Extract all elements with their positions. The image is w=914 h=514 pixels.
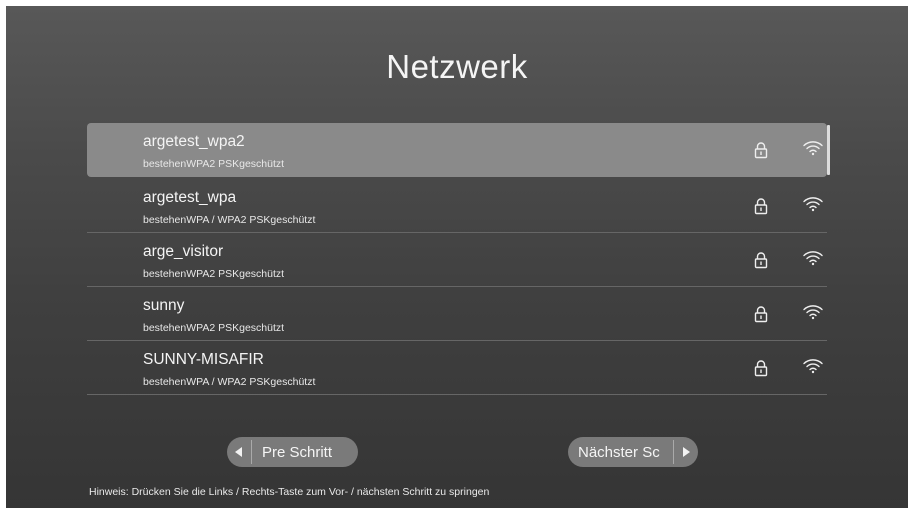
- next-step-label: Nächster Sc: [578, 443, 660, 461]
- page-title: Netzwerk: [386, 48, 528, 85]
- network-item-argetest-wpa2[interactable]: argetest_wpa2 bestehenWPA2 PSKgeschützt: [87, 123, 830, 177]
- wifi-signal-icon: [803, 197, 823, 212]
- triangle-left-icon: [227, 437, 251, 467]
- prev-step-button[interactable]: Pre Schritt: [227, 437, 358, 467]
- triangle-right-icon: [674, 437, 698, 467]
- wifi-signal-icon: [803, 251, 823, 266]
- network-item-argetest-wpa[interactable]: argetest_wpa bestehenWPA / WPA2 PSKgesch…: [87, 179, 827, 233]
- network-list: argetest_wpa2 bestehenWPA2 PSKgeschützt …: [87, 123, 831, 403]
- lock-icon: [754, 306, 768, 323]
- network-ssid: argetest_wpa: [143, 189, 237, 206]
- network-screen: Netzwerk argetest_wpa2 bestehenWPA2 PSKg…: [6, 6, 908, 508]
- wifi-signal-icon: [803, 305, 823, 320]
- lock-icon: [754, 142, 768, 159]
- network-security: bestehenWPA2 PSKgeschützt: [143, 322, 285, 334]
- prev-step-label: Pre Schritt: [262, 443, 333, 461]
- network-security: bestehenWPA / WPA2 PSKgeschützt: [143, 214, 316, 226]
- list-scrollbar[interactable]: [827, 125, 830, 175]
- network-item-sunny[interactable]: sunny bestehenWPA2 PSKgeschützt: [87, 287, 827, 341]
- network-security: bestehenWPA2 PSKgeschützt: [143, 158, 285, 170]
- network-item-sunny-misafir[interactable]: SUNNY-MISAFIR bestehenWPA / WPA2 PSKgesc…: [87, 341, 827, 395]
- network-item-arge-visitor[interactable]: arge_visitor bestehenWPA2 PSKgeschützt: [87, 233, 827, 287]
- lock-icon: [754, 252, 768, 269]
- network-ssid: argetest_wpa2: [143, 133, 245, 150]
- hint-text: Hinweis: Drücken Sie die Links / Rechts-…: [89, 486, 490, 498]
- wifi-signal-icon: [803, 359, 823, 374]
- network-security: bestehenWPA / WPA2 PSKgeschützt: [143, 376, 316, 388]
- wifi-signal-icon: [803, 141, 823, 156]
- network-ssid: SUNNY-MISAFIR: [143, 351, 264, 368]
- network-ssid: sunny: [143, 297, 185, 314]
- network-ssid: arge_visitor: [143, 243, 224, 260]
- next-step-button[interactable]: Nächster Sc: [568, 437, 698, 467]
- network-security: bestehenWPA2 PSKgeschützt: [143, 268, 285, 280]
- lock-icon: [754, 360, 768, 377]
- lock-icon: [754, 198, 768, 215]
